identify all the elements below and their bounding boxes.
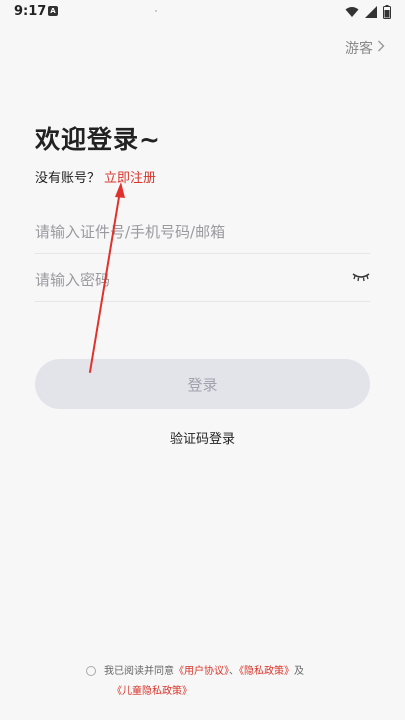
chevron-right-icon <box>377 40 385 56</box>
user-agreement-link[interactable]: 《用户协议》 <box>174 666 229 677</box>
login-button[interactable]: 登录 <box>35 359 370 409</box>
battery-icon <box>383 5 391 23</box>
agreement-prefix: 我已阅读并同意 <box>104 666 174 677</box>
cellular-signal-icon <box>365 6 377 22</box>
agreement-separator: 、 <box>229 666 239 677</box>
no-account-text: 没有账号？ <box>35 171 101 186</box>
wifi-icon <box>345 6 359 22</box>
password-input[interactable] <box>35 265 335 295</box>
account-field <box>35 205 370 254</box>
agreement-and: 及 <box>294 666 304 677</box>
account-input[interactable] <box>35 217 335 247</box>
status-icons <box>345 5 391 23</box>
guest-mode-link[interactable]: 游客 <box>345 38 385 58</box>
page-title: 欢迎登录~ <box>35 125 161 154</box>
code-login-link[interactable]: 验证码登录 <box>0 428 405 447</box>
agree-radio[interactable] <box>86 666 96 676</box>
status-bar: 9:17 A <box>0 0 405 24</box>
eye-closed-icon[interactable] <box>352 269 370 283</box>
camera-dot <box>155 10 157 12</box>
privacy-policy-link[interactable]: 《隐私政策》 <box>239 666 294 677</box>
notification-icon: A <box>48 6 58 16</box>
status-time: 9:17 <box>14 4 47 19</box>
guest-label: 游客 <box>345 41 373 57</box>
children-privacy-link[interactable]: 《儿童隐私政策》 <box>112 682 192 697</box>
account-prompt: 没有账号？ 立即注册 <box>35 167 156 186</box>
agreement-row: 我已阅读并同意《用户协议》、《隐私政策》及 <box>86 663 386 680</box>
register-link[interactable]: 立即注册 <box>104 171 156 186</box>
password-field <box>35 253 370 302</box>
